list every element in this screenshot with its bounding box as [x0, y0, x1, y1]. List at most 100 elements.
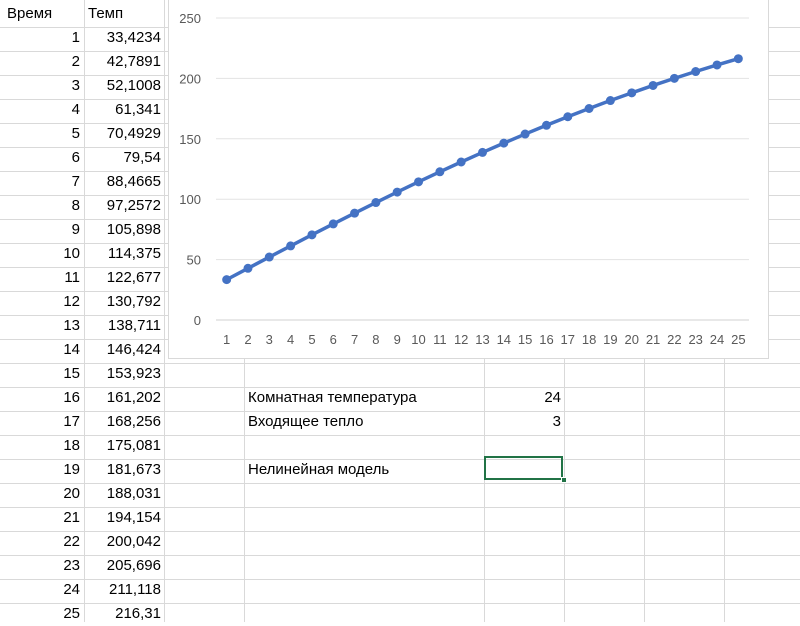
time-cell[interactable]: 8	[2, 194, 80, 218]
x-tick-label: 2	[244, 332, 251, 347]
x-tick-label: 22	[667, 332, 681, 347]
time-cell[interactable]: 19	[2, 458, 80, 482]
data-point	[520, 129, 530, 139]
x-tick-label: 16	[539, 332, 553, 347]
temp-cell[interactable]: 188,031	[86, 482, 161, 506]
data-point	[328, 219, 338, 229]
x-tick-label: 14	[497, 332, 511, 347]
temp-cell[interactable]: 114,375	[86, 242, 161, 266]
temp-cell[interactable]: 122,677	[86, 266, 161, 290]
temp-cell[interactable]: 175,081	[86, 434, 161, 458]
x-tick-label: 25	[731, 332, 745, 347]
temp-cell[interactable]: 88,4665	[86, 170, 161, 194]
temp-cell[interactable]: 105,898	[86, 218, 161, 242]
time-cell[interactable]: 10	[2, 242, 80, 266]
temp-cell[interactable]: 33,4234	[86, 26, 161, 50]
x-tick-label: 17	[561, 332, 575, 347]
x-tick-label: 5	[308, 332, 315, 347]
temp-cell[interactable]: 194,154	[86, 506, 161, 530]
y-tick-label: 0	[194, 313, 201, 328]
data-point	[627, 88, 637, 98]
temp-cell[interactable]: 61,341	[86, 98, 161, 122]
time-cell[interactable]: 13	[2, 314, 80, 338]
room-temp-label[interactable]: Комнатная температура	[248, 386, 484, 410]
data-point	[392, 187, 402, 197]
data-point	[733, 54, 743, 64]
nonlinear-model-label[interactable]: Нелинейная модель	[248, 458, 484, 482]
time-cell[interactable]: 25	[2, 602, 80, 626]
x-tick-label: 19	[603, 332, 617, 347]
data-point	[648, 80, 658, 90]
x-tick-label: 7	[351, 332, 358, 347]
header-time[interactable]: Время	[7, 2, 83, 26]
time-cell[interactable]: 23	[2, 554, 80, 578]
data-point	[712, 60, 722, 70]
time-cell[interactable]: 6	[2, 146, 80, 170]
data-point	[435, 167, 445, 177]
x-tick-label: 1	[223, 332, 230, 347]
x-tick-label: 6	[330, 332, 337, 347]
data-point	[669, 73, 679, 83]
time-cell[interactable]: 22	[2, 530, 80, 554]
data-point	[541, 120, 551, 130]
temperature-chart[interactable]: 0 50 100 150 200 250 1 2 3 4 5 6 7 8 9 10 11 12 13 14 15 16 17…	[168, 0, 769, 359]
time-cell[interactable]: 11	[2, 266, 80, 290]
temp-cell[interactable]: 70,4929	[86, 122, 161, 146]
temp-cell[interactable]: 168,256	[86, 410, 161, 434]
time-cell[interactable]: 12	[2, 290, 80, 314]
time-cell[interactable]: 1	[2, 26, 80, 50]
data-point	[350, 208, 360, 218]
time-cell[interactable]: 16	[2, 386, 80, 410]
temp-cell[interactable]: 205,696	[86, 554, 161, 578]
time-cell[interactable]: 2	[2, 50, 80, 74]
room-temp-value[interactable]: 24	[486, 386, 561, 410]
y-tick-label: 200	[179, 71, 201, 86]
time-cell[interactable]: 24	[2, 578, 80, 602]
temp-cell[interactable]: 181,673	[86, 458, 161, 482]
temp-cell[interactable]: 153,923	[86, 362, 161, 386]
x-tick-label: 21	[646, 332, 660, 347]
series-line	[224, 56, 741, 282]
x-tick-label: 20	[625, 332, 639, 347]
temp-cell[interactable]: 130,792	[86, 290, 161, 314]
y-tick-label: 150	[179, 132, 201, 147]
time-cell[interactable]: 4	[2, 98, 80, 122]
time-cell[interactable]: 20	[2, 482, 80, 506]
time-cell[interactable]: 7	[2, 170, 80, 194]
temp-cell[interactable]: 211,118	[86, 578, 161, 602]
time-cell[interactable]: 15	[2, 362, 80, 386]
data-point	[563, 112, 573, 122]
y-tick-label: 100	[179, 192, 201, 207]
temp-cell[interactable]: 97,2572	[86, 194, 161, 218]
temp-cell[interactable]: 216,31	[86, 602, 161, 626]
temp-cell[interactable]: 52,1008	[86, 74, 161, 98]
time-cell[interactable]: 17	[2, 410, 80, 434]
temp-cell[interactable]: 138,711	[86, 314, 161, 338]
time-cell[interactable]: 18	[2, 434, 80, 458]
temp-cell[interactable]: 161,202	[86, 386, 161, 410]
data-point	[222, 275, 232, 285]
column-divider	[84, 0, 85, 622]
column-divider	[164, 0, 165, 622]
temp-cell[interactable]: 79,54	[86, 146, 161, 170]
selected-cell[interactable]	[484, 456, 563, 480]
time-cell[interactable]: 21	[2, 506, 80, 530]
time-cell[interactable]: 9	[2, 218, 80, 242]
data-point	[371, 198, 381, 208]
time-cell[interactable]: 3	[2, 74, 80, 98]
y-tick-label: 250	[179, 11, 201, 26]
x-tick-label: 11	[433, 332, 447, 347]
temp-cell[interactable]: 200,042	[86, 530, 161, 554]
data-point	[499, 138, 509, 148]
time-cell[interactable]: 5	[2, 122, 80, 146]
heat-input-label[interactable]: Входящее тепло	[248, 410, 484, 434]
temp-cell[interactable]: 42,7891	[86, 50, 161, 74]
x-tick-label: 15	[518, 332, 532, 347]
data-point	[243, 263, 253, 273]
header-temp[interactable]: Темп	[88, 2, 164, 26]
time-cell[interactable]: 14	[2, 338, 80, 362]
data-point	[414, 177, 424, 187]
temp-cell[interactable]: 146,424	[86, 338, 161, 362]
fill-handle[interactable]	[561, 477, 567, 483]
heat-input-value[interactable]: 3	[486, 410, 561, 434]
